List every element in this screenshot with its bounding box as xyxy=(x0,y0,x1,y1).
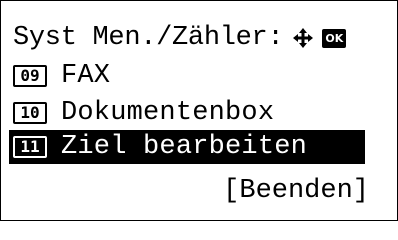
menu-item-label: FAX xyxy=(61,61,111,91)
menu-item-label: Dokumentenbox xyxy=(61,98,275,128)
four-way-arrow-icon xyxy=(293,28,314,48)
header: Syst Men./Zähler: OK xyxy=(13,21,347,55)
menu-item-label: Ziel bearbeiten xyxy=(61,132,308,162)
menu-item-number: 10 xyxy=(13,102,47,124)
menu-title: Syst Men./Zähler: xyxy=(13,23,284,53)
menu-item-edit-destination[interactable]: 11 Ziel bearbeiten xyxy=(9,130,365,164)
ok-icon: OK xyxy=(322,28,347,48)
menu-item-number: 11 xyxy=(13,136,47,158)
end-button[interactable]: [Beenden] xyxy=(223,174,369,208)
lcd-panel: Syst Men./Zähler: OK 09 FAX 10 Dokumente… xyxy=(0,0,398,221)
menu-item-fax[interactable]: 09 FAX xyxy=(13,59,110,93)
menu-item-document-box[interactable]: 10 Dokumentenbox xyxy=(13,96,274,130)
menu-item-number: 09 xyxy=(13,65,47,87)
